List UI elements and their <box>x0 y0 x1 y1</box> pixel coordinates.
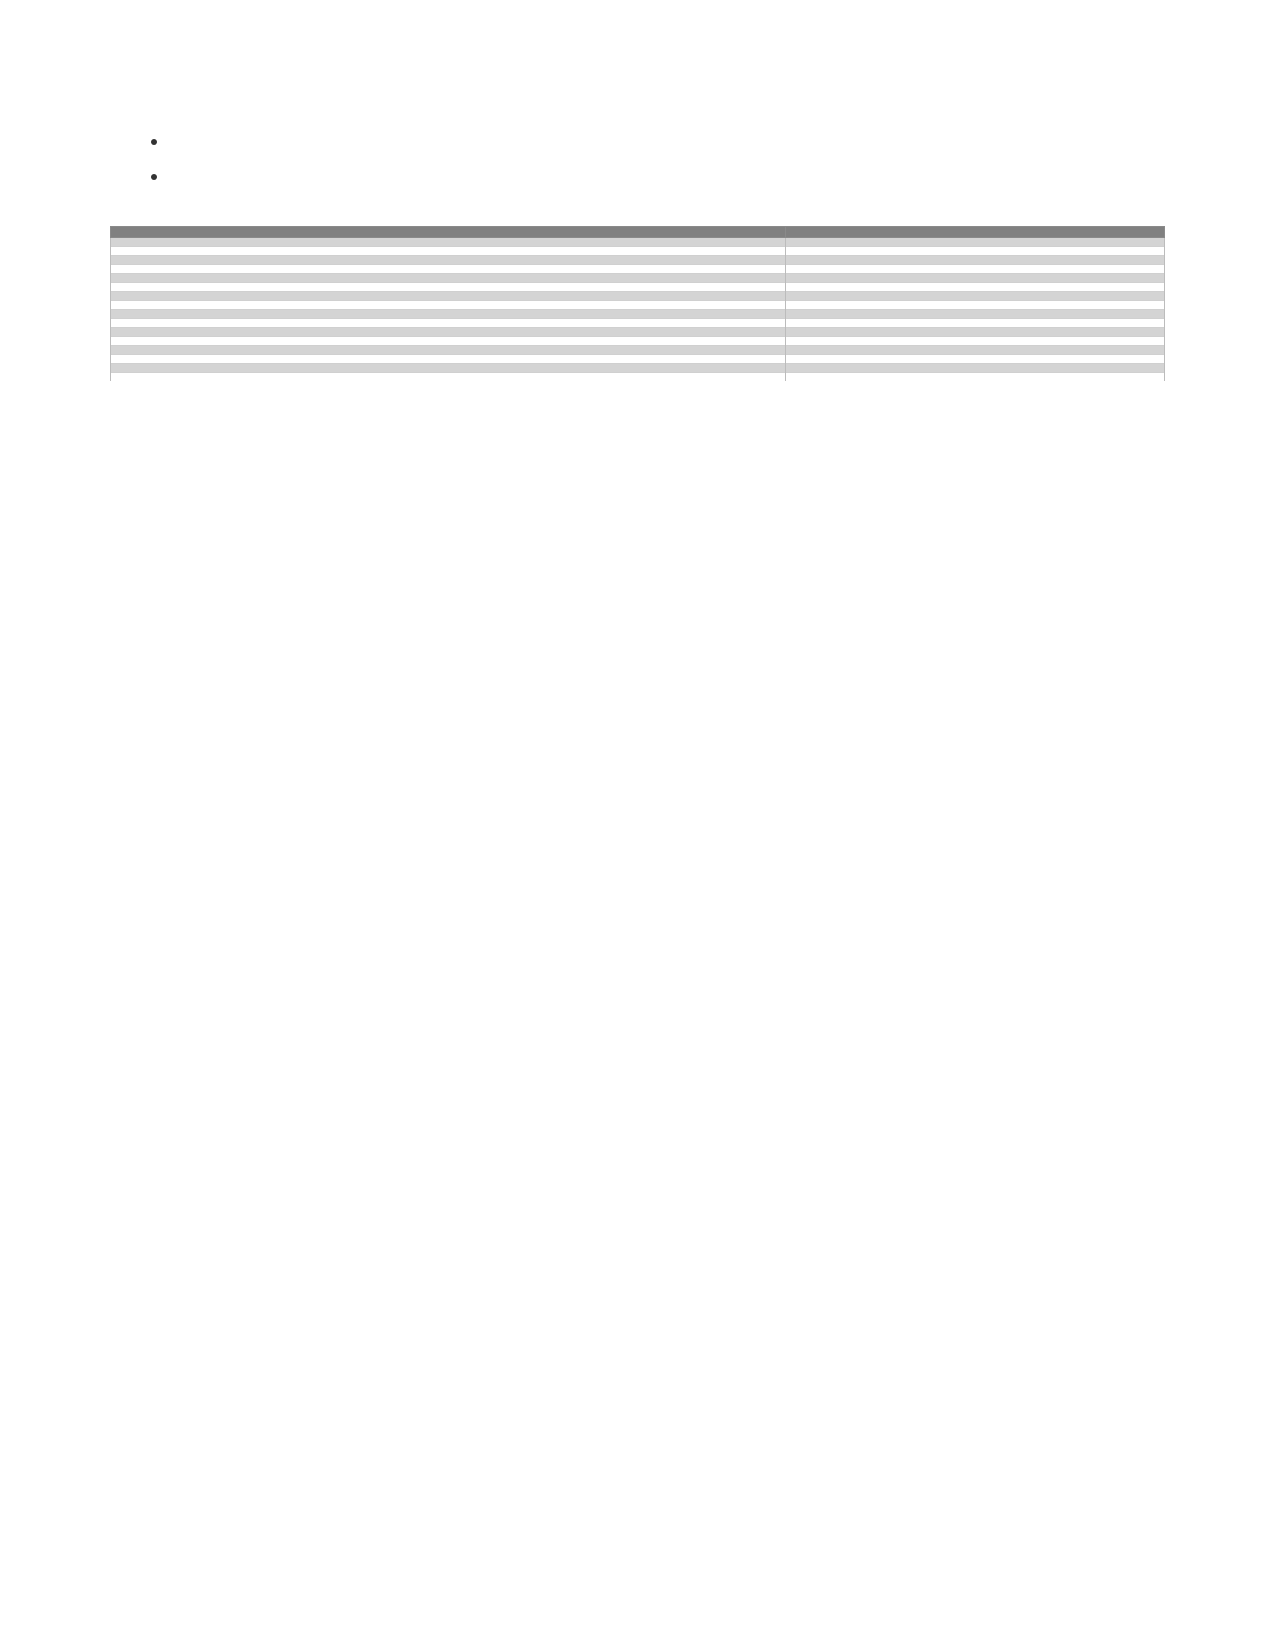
cell-action <box>111 265 786 274</box>
table-row <box>111 328 1165 337</box>
cell-press <box>785 355 1164 364</box>
table-row <box>111 301 1165 310</box>
cell-press <box>785 292 1164 301</box>
cell-action <box>111 283 786 292</box>
cell-action <box>111 247 786 256</box>
cell-press <box>785 256 1164 265</box>
cell-action <box>111 346 786 355</box>
table-row <box>111 274 1165 283</box>
cell-press <box>785 364 1164 373</box>
table-row <box>111 346 1165 355</box>
cell-press <box>785 373 1164 382</box>
cell-action <box>111 364 786 373</box>
cell-action <box>111 301 786 310</box>
table-row <box>111 238 1165 247</box>
notes-item <box>170 163 1165 192</box>
table-row <box>111 373 1165 382</box>
table-row <box>111 247 1165 256</box>
table-row <box>111 256 1165 265</box>
table-header-row <box>111 227 1165 238</box>
cell-action <box>111 274 786 283</box>
cell-press <box>785 274 1164 283</box>
cell-press <box>785 346 1164 355</box>
notes-item <box>170 128 1165 157</box>
cell-action <box>111 292 786 301</box>
cell-press <box>785 301 1164 310</box>
cell-press <box>785 247 1164 256</box>
cell-action <box>111 355 786 364</box>
notes-list <box>110 128 1165 192</box>
cell-action <box>111 319 786 328</box>
cell-action <box>111 238 786 247</box>
table-row <box>111 310 1165 319</box>
cell-action <box>111 256 786 265</box>
cell-press <box>785 328 1164 337</box>
cell-press <box>785 337 1164 346</box>
col-header-action <box>111 227 786 238</box>
table-row <box>111 355 1165 364</box>
table-row <box>111 364 1165 373</box>
cell-press <box>785 310 1164 319</box>
cell-press <box>785 319 1164 328</box>
cell-action <box>111 328 786 337</box>
shortcuts-table <box>110 226 1165 381</box>
table-row <box>111 319 1165 328</box>
cell-action <box>111 337 786 346</box>
table-row <box>111 292 1165 301</box>
col-header-press <box>785 227 1164 238</box>
table-row <box>111 283 1165 292</box>
document-page <box>0 0 1275 441</box>
shortcuts-table-body <box>111 238 1165 382</box>
cell-press <box>785 238 1164 247</box>
table-row <box>111 265 1165 274</box>
cell-press <box>785 283 1164 292</box>
cell-press <box>785 265 1164 274</box>
cell-action <box>111 310 786 319</box>
table-row <box>111 337 1165 346</box>
cell-action <box>111 373 786 382</box>
